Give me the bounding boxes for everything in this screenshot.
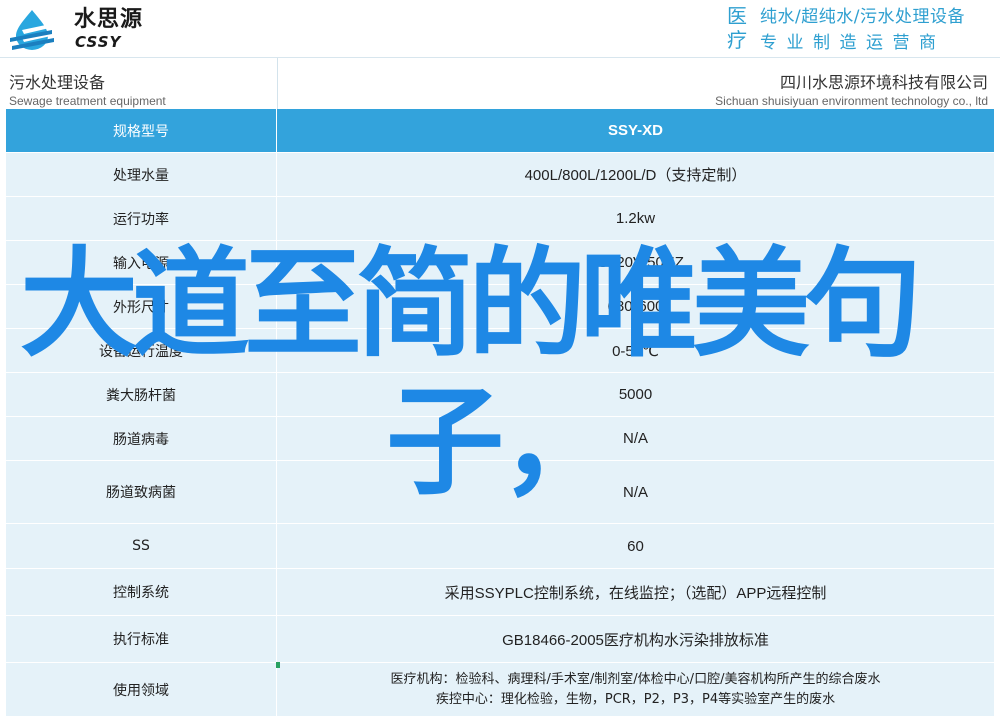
row-label: 执行标准 bbox=[6, 616, 277, 662]
row-label: 外形尺寸 bbox=[6, 285, 277, 328]
company-name-cn: 四川水思源环境科技有限公司 bbox=[779, 73, 988, 92]
company-name-en: Sichuan shuisiyuan environment technolog… bbox=[715, 94, 988, 108]
row-value: AC220V/50HZ bbox=[587, 254, 684, 271]
company-logo[interactable]: 水思源 CSSY bbox=[8, 6, 148, 52]
table-header-label: 规格型号 bbox=[6, 109, 277, 152]
row-label: 肠道病毒 bbox=[6, 417, 277, 460]
table-row: 肠道致病菌 N/A bbox=[6, 461, 994, 523]
product-category-en: Sewage treatment equipment bbox=[9, 94, 166, 108]
row-value: 5000 bbox=[618, 386, 653, 403]
row-label: 肠道致病菌 bbox=[6, 461, 277, 523]
green-marker bbox=[276, 662, 280, 668]
row-value: N/A bbox=[622, 483, 648, 501]
table-header-row: 规格型号 SSY-XD bbox=[6, 109, 994, 152]
row-label: 使用领域 bbox=[6, 663, 277, 716]
row-value: 680*600 bbox=[607, 298, 664, 315]
product-category-cn: 污水处理设备 bbox=[9, 73, 106, 92]
usage-line-medical: 医疗机构：检验科、病理科/手术室/制剂室/体检中心/口腔/美容机构所产生的综合废… bbox=[390, 671, 881, 687]
row-label: 设备运行温度 bbox=[6, 329, 277, 372]
slogan: 医 疗 纯水/超纯水/污水处理设备 专业制造运营商 bbox=[724, 4, 996, 54]
logo-english-name: CSSY bbox=[75, 33, 122, 51]
row-label: 控制系统 bbox=[6, 569, 277, 615]
header-divider bbox=[277, 58, 278, 110]
table-row: 肠道病毒 N/A bbox=[6, 417, 994, 460]
table-header-value: SSY-XD bbox=[607, 122, 664, 139]
row-value: 医疗机构：检验科、病理科/手术室/制剂室/体检中心/口腔/美容机构所产生的综合废… bbox=[277, 663, 994, 716]
row-value: 1.2kw bbox=[615, 210, 656, 227]
product-header: 污水处理设备 Sewage treatment equipment 四川水思源环… bbox=[0, 57, 1000, 110]
row-value: 采用SSYPLC控制系统，在线监控；（选配）APP远程控制 bbox=[444, 584, 827, 602]
table-row: 处理水量 400L/800L/1200L/D（支持定制） bbox=[6, 153, 994, 196]
table-row: 外形尺寸 680*600 bbox=[6, 285, 994, 328]
table-row: 使用领域 医疗机构：检验科、病理科/手术室/制剂室/体检中心/口腔/美容机构所产… bbox=[6, 663, 994, 716]
row-label: 运行功率 bbox=[6, 197, 277, 240]
table-row: 执行标准 GB18466-2005医疗机构水污染排放标准 bbox=[6, 616, 994, 662]
table-row: 设备运行温度 0-50℃ bbox=[6, 329, 994, 372]
row-value: 60 bbox=[627, 537, 644, 555]
table-row: 输入电源 AC220V/50HZ bbox=[6, 241, 994, 284]
top-banner: 水思源 CSSY 医 疗 纯水/超纯水/污水处理设备 专业制造运营商 bbox=[0, 0, 1000, 57]
row-value: 400L/800L/1200L/D（支持定制） bbox=[524, 167, 747, 184]
logo-chinese-name: 水思源 bbox=[74, 7, 144, 32]
row-label: 粪大肠杆菌 bbox=[6, 373, 277, 416]
slogan-products: 纯水/超纯水/污水处理设备 bbox=[760, 7, 965, 27]
table-row: 控制系统 采用SSYPLC控制系统，在线监控；（选配）APP远程控制 bbox=[6, 569, 994, 615]
slogan-big-char-1: 医 bbox=[727, 4, 747, 28]
row-value: GB18466-2005医疗机构水污染排放标准 bbox=[502, 631, 769, 649]
slogan-medical-mark: 医 疗 bbox=[724, 4, 750, 52]
slogan-big-char-2: 疗 bbox=[727, 28, 747, 52]
row-value: N/A bbox=[622, 430, 648, 447]
row-label: 处理水量 bbox=[6, 153, 277, 196]
row-label: SS bbox=[6, 524, 277, 568]
row-label: 输入电源 bbox=[6, 241, 277, 284]
row-value: 0-50℃ bbox=[612, 342, 659, 360]
water-drop-logo-icon bbox=[10, 10, 62, 50]
slogan-tagline: 专业制造运营商 bbox=[760, 33, 946, 53]
usage-line-cdc: 疾控中心：理化检验，生物，PCR，P2，P3，P4等实验室产生的废水 bbox=[435, 691, 836, 707]
table-row: 粪大肠杆菌 5000 bbox=[6, 373, 994, 416]
table-row: SS 60 bbox=[6, 524, 994, 568]
table-row: 运行功率 1.2kw bbox=[6, 197, 994, 240]
